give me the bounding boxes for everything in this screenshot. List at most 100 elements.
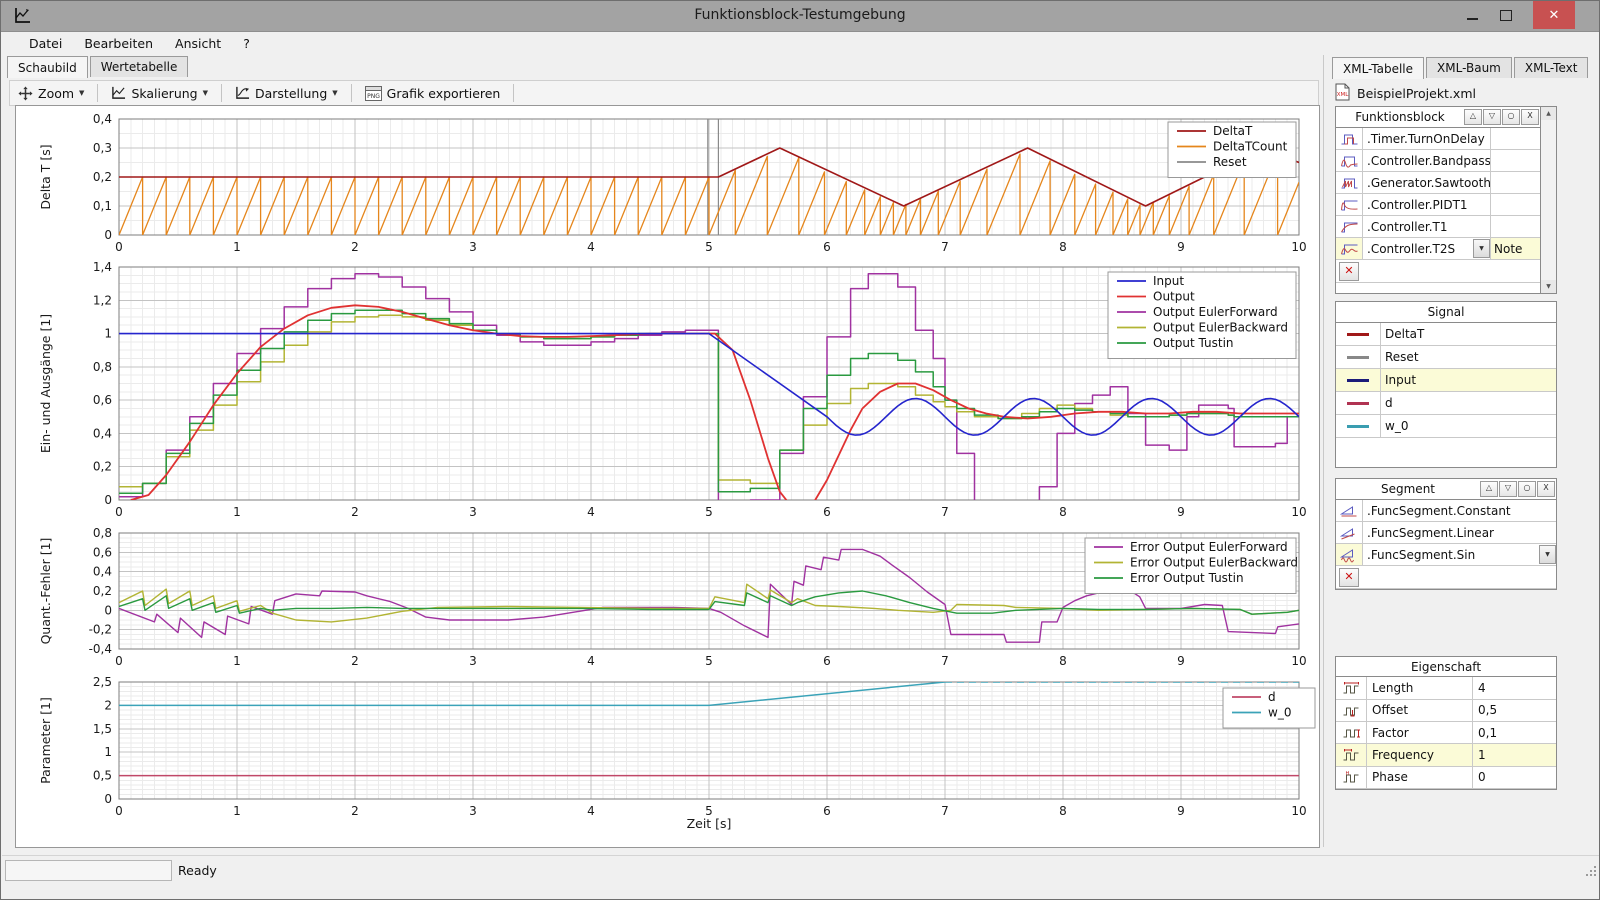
property-value[interactable]: 0 (1472, 767, 1556, 788)
chevron-down-icon: ▼ (79, 89, 84, 97)
segment-move-down-button[interactable]: ▽ (1499, 481, 1517, 497)
toolbar-button-darstellung[interactable]: Darstellung▼ (228, 84, 345, 103)
svg-text:4: 4 (587, 654, 595, 668)
svg-text:5: 5 (705, 505, 713, 519)
main-tab-bar: SchaubildWertetabelle (7, 56, 190, 77)
svg-text:2: 2 (351, 804, 359, 818)
property-row-factor[interactable]: Factor0,1 (1336, 722, 1556, 744)
tab-schaubild[interactable]: Schaubild (7, 56, 88, 78)
property-value[interactable]: 4 (1472, 677, 1556, 698)
segment-move-up-button[interactable]: △ (1480, 481, 1498, 497)
svg-text:-0,2: -0,2 (89, 623, 112, 637)
toolbar-separator (221, 84, 222, 102)
funktionsblock-row[interactable]: .b{stroke:#5b5bc0;fill:none;stroke-width… (1336, 194, 1540, 216)
signal-row-reset[interactable]: Reset (1336, 346, 1556, 369)
svg-text:0: 0 (104, 603, 112, 617)
funktionsblock-row[interactable]: .b{stroke:#5b5bc0;fill:none;stroke-width… (1336, 172, 1540, 194)
minimize-button[interactable] (1457, 1, 1487, 29)
prop-frequency-icon (1336, 744, 1367, 765)
toolbar-button-skalierung[interactable]: Skalierung▼ (104, 84, 215, 103)
funktionsblock-note-cell[interactable] (1490, 128, 1540, 149)
svg-text:3: 3 (469, 240, 477, 254)
funktionsblock-note-cell[interactable] (1490, 194, 1540, 215)
seg-linear-icon: .b{stroke:#5b5bc0;fill:none;stroke-width… (1336, 522, 1363, 543)
property-row-offset[interactable]: Offset0,5 (1336, 700, 1556, 722)
scroll-down-icon[interactable]: ▼ (1541, 280, 1556, 293)
funktionsblock-row[interactable]: .b{stroke:#5b5bc0;fill:none;stroke-width… (1336, 216, 1540, 238)
tab-xml-tabelle[interactable]: XML-Tabelle (1332, 57, 1424, 79)
svg-text:6: 6 (823, 240, 831, 254)
chart-canvas[interactable]: 0123456789100,40,30,20,10Delta T [s]Delt… (15, 105, 1320, 848)
segment-delete-button[interactable]: X (1537, 481, 1555, 497)
funktionsblock-note-cell[interactable] (1490, 150, 1540, 171)
tab-xml-text[interactable]: XML-Text (1514, 57, 1589, 78)
project-file[interactable]: XML BeispielProjekt.xml (1334, 83, 1476, 104)
tab-xml-baum[interactable]: XML-Baum (1426, 57, 1512, 78)
funktionsblock-remove-button[interactable]: ✕ (1339, 262, 1359, 281)
menu-item-datei[interactable]: Datei (20, 33, 71, 54)
segment-row[interactable]: .b{stroke:#5b5bc0;fill:none;stroke-width… (1336, 500, 1556, 522)
funktionsblock-name: .Controller.PIDT1 (1363, 198, 1490, 212)
resize-grip[interactable] (1585, 863, 1598, 882)
segment-combo-button[interactable]: ▼ (1539, 545, 1556, 564)
svg-text:Error Output EulerBackward: Error Output EulerBackward (1130, 556, 1298, 570)
funktionsblock-row[interactable]: .b{stroke:#5b5bc0;fill:none;stroke-width… (1336, 150, 1540, 172)
segment-header: Segment△▽○X (1336, 479, 1556, 500)
prop-phase-icon: H (1336, 767, 1367, 788)
maximize-button[interactable] (1491, 1, 1521, 29)
funktionsblock-row[interactable]: .b{stroke:#5b5bc0;fill:none;stroke-width… (1336, 128, 1540, 150)
funktionsblock-combo-button[interactable]: ▼ (1473, 239, 1490, 258)
funktionsblock-scrollbar[interactable]: ▲▼ (1540, 107, 1556, 293)
svg-text:4: 4 (587, 804, 595, 818)
funktionsblock-duplicate-button[interactable]: ○ (1502, 109, 1520, 125)
menu-item-bearbeiten[interactable]: Bearbeiten (75, 33, 162, 54)
svg-text:DeltaTCount: DeltaTCount (1213, 140, 1288, 154)
funktionsblock-row[interactable]: .b{stroke:#5b5bc0;fill:none;stroke-width… (1336, 238, 1540, 260)
svg-text:0,8: 0,8 (93, 360, 112, 374)
tab-wertetabelle[interactable]: Wertetabelle (90, 56, 189, 77)
funktionsblock-move-up-button[interactable]: △ (1464, 109, 1482, 125)
svg-text:0,2: 0,2 (93, 170, 112, 184)
signal-row-deltat[interactable]: DeltaT (1336, 323, 1556, 346)
toolbar-button-zoom[interactable]: Zoom▼ (11, 84, 91, 103)
funktionsblock-delete-button[interactable]: X (1521, 109, 1539, 125)
property-row-frequency[interactable]: Frequency1 (1336, 744, 1556, 766)
svg-text:0,4: 0,4 (93, 112, 112, 126)
toolbar-button-grafik-exportieren[interactable]: PNGGrafik exportieren (358, 84, 508, 103)
property-value[interactable]: 1 (1472, 744, 1556, 765)
xml-panel: XML-TabelleXML-BaumXML-Text XML Beispiel… (1323, 55, 1600, 847)
funktionsblock-note-cell[interactable] (1490, 172, 1540, 193)
property-value[interactable]: 0,5 (1472, 700, 1556, 721)
funktionsblock-move-down-button[interactable]: ▽ (1483, 109, 1501, 125)
property-value[interactable]: 0,1 (1472, 722, 1556, 743)
svg-text:1: 1 (104, 327, 112, 341)
signal-name: DeltaT (1381, 327, 1556, 341)
signal-row-input[interactable]: Input (1336, 369, 1556, 392)
signal-color-swatch (1336, 392, 1381, 414)
funktionsblock-note-cell[interactable]: Note (1490, 238, 1540, 259)
menu-item-ansicht[interactable]: Ansicht (166, 33, 230, 54)
segment-row[interactable]: .b{stroke:#5b5bc0;fill:none;stroke-width… (1336, 522, 1556, 544)
svg-text:0: 0 (115, 654, 123, 668)
svg-text:Output EulerBackward: Output EulerBackward (1153, 321, 1288, 335)
svg-text:4: 4 (587, 505, 595, 519)
segment-duplicate-button[interactable]: ○ (1518, 481, 1536, 497)
prop-factor-icon (1336, 722, 1367, 743)
close-button[interactable]: ✕ (1533, 1, 1575, 29)
svg-text:7: 7 (941, 505, 949, 519)
segment-remove-button[interactable]: ✕ (1339, 568, 1359, 587)
property-row-length[interactable]: Length4 (1336, 677, 1556, 699)
scroll-up-icon[interactable]: ▲ (1541, 107, 1556, 120)
svg-text:d: d (1268, 690, 1276, 704)
turnondelay-block-icon: .b{stroke:#5b5bc0;fill:none;stroke-width… (1336, 128, 1363, 149)
signal-row-d[interactable]: d (1336, 392, 1556, 415)
svg-text:0: 0 (115, 505, 123, 519)
signal-row-w_0[interactable]: w_0 (1336, 415, 1556, 438)
funktionsblock-note-cell[interactable] (1490, 216, 1540, 237)
xml-tab-bar: XML-TabelleXML-BaumXML-Text (1332, 56, 1590, 78)
property-row-phase[interactable]: HPhase0 (1336, 767, 1556, 789)
eigenschaft-title: Eigenschaft (1336, 660, 1556, 674)
segment-row[interactable]: .b{stroke:#5b5bc0;fill:none;stroke-width… (1336, 544, 1556, 566)
t2s-block-icon: .b{stroke:#5b5bc0;fill:none;stroke-width… (1336, 238, 1363, 259)
menu-item-help[interactable]: ? (234, 33, 259, 54)
